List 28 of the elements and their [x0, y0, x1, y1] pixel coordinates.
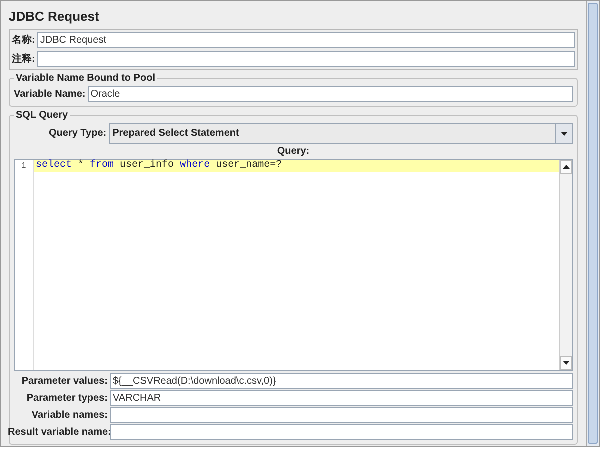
line-number: 1 [20, 160, 28, 172]
query-label: Query: [277, 146, 310, 157]
parameter-field[interactable] [110, 424, 573, 440]
parameter-field[interactable]: ${__CSVRead(D:\download\c.csv,0)} [110, 373, 573, 389]
field-label: Query Type: [49, 128, 107, 139]
field-label: Parameter values: [20, 376, 108, 386]
name-field[interactable]: JDBC Request [37, 32, 575, 48]
dropdown-arrow-icon [560, 132, 568, 136]
scroll-down-button[interactable] [560, 356, 572, 370]
field-label: 注释: [12, 52, 36, 66]
field-label: 名称: [12, 34, 36, 47]
panel-title: JDBC Request [9, 8, 100, 26]
field-label: Parameter types: [26, 392, 108, 404]
field-label: Variable Name: [14, 88, 86, 100]
field-label: Result variable name: [8, 426, 108, 438]
group-title: Variable Name Bound to Pool [15, 73, 156, 84]
comment-field[interactable] [37, 51, 575, 67]
scroll-up-button[interactable] [560, 160, 572, 174]
query-editor[interactable]: 1 select * from user_info where user_name=? [14, 159, 573, 371]
up-arrow-icon [562, 165, 570, 169]
parameter-field[interactable]: VARCHAR [110, 390, 573, 406]
scrollbar[interactable] [586, 1, 599, 446]
query-type-dropdown[interactable]: Prepared Select Statement [108, 123, 573, 144]
field-label: Variable names: [30, 410, 108, 420]
variable-name-field[interactable]: Oracle [88, 86, 573, 102]
parameter-field[interactable] [110, 407, 573, 423]
group-title: SQL Query [15, 110, 70, 121]
down-arrow-icon [562, 361, 570, 365]
